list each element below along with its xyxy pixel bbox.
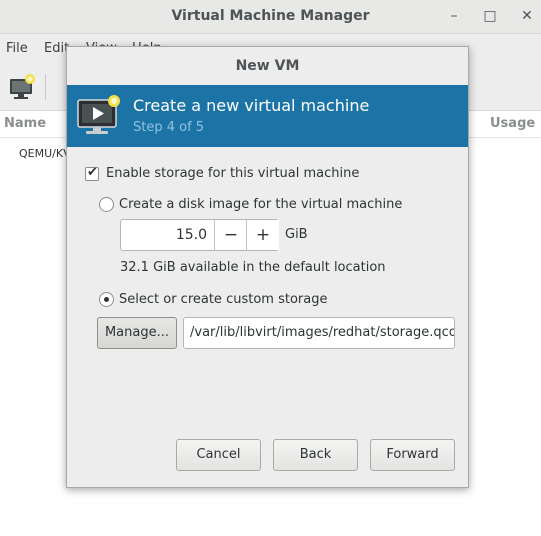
decrement-button[interactable]: − <box>214 220 247 250</box>
new-vm-icon[interactable] <box>8 73 36 101</box>
column-usage[interactable]: Usage <box>490 116 535 131</box>
custom-storage-label[interactable]: Select or create custom storage <box>119 292 327 307</box>
enable-storage-label[interactable]: Enable storage for this virtual machine <box>106 166 359 181</box>
dialog-title: New VM <box>235 58 300 74</box>
manage-button[interactable]: Manage... <box>97 317 177 349</box>
column-name[interactable]: Name <box>4 116 46 131</box>
wizard-banner: Create a new virtual machine Step 4 of 5 <box>67 85 468 147</box>
maximize-button[interactable]: □ <box>479 6 501 26</box>
new-vm-monitor-icon <box>77 95 120 134</box>
enable-storage-checkbox[interactable]: ✔ <box>85 165 99 181</box>
custom-storage-radio[interactable] <box>99 292 114 307</box>
storage-path-input[interactable]: /var/lib/libvirt/images/redhat/storage.q… <box>183 317 455 349</box>
cancel-button[interactable]: Cancel <box>176 439 261 471</box>
disk-size-value[interactable]: 15.0 <box>121 220 207 250</box>
close-button[interactable]: ✕ <box>516 6 538 26</box>
disk-size-spinner[interactable]: 15.0 − + <box>120 219 279 251</box>
disk-image-label[interactable]: Create a disk image for the virtual mach… <box>119 197 402 212</box>
checkmark-icon: ✔ <box>87 165 98 180</box>
disk-size-unit: GiB <box>285 227 308 242</box>
disk-image-radio[interactable] <box>99 197 114 212</box>
minimize-button[interactable]: – <box>443 6 465 26</box>
menu-file[interactable]: File <box>6 41 28 56</box>
increment-button[interactable]: + <box>246 220 279 250</box>
banner-step: Step 4 of 5 <box>133 120 205 135</box>
banner-title: Create a new virtual machine <box>133 96 370 115</box>
new-vm-dialog: New VM Create a new virtual machine Step… <box>66 46 469 488</box>
forward-button[interactable]: Forward <box>370 439 455 471</box>
main-titlebar: Virtual Machine Manager – □ ✕ <box>0 0 541 34</box>
toolbar-separator <box>45 74 46 100</box>
available-space-text: 32.1 GiB available in the default locati… <box>120 260 386 275</box>
back-button[interactable]: Back <box>273 439 358 471</box>
